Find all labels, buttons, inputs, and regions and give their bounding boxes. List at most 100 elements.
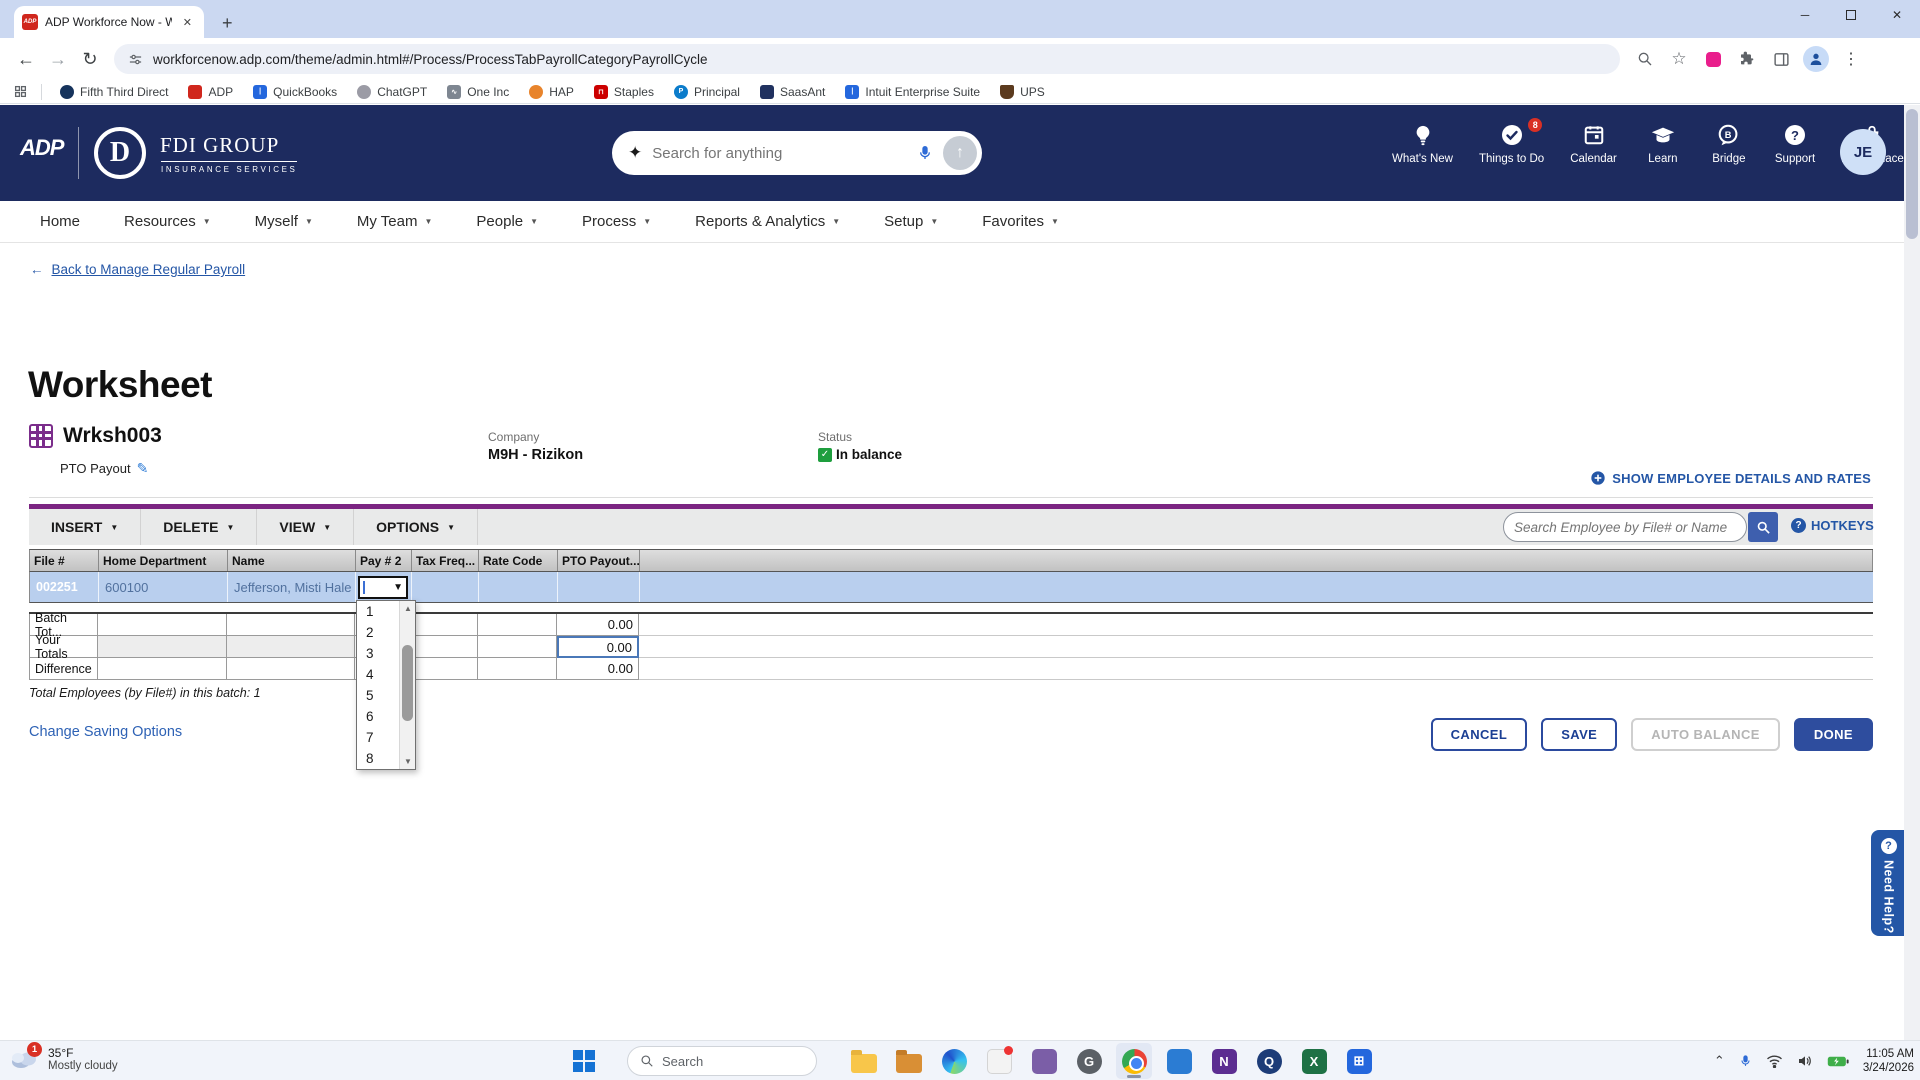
address-bar[interactable]: workforcenow.adp.com/theme/admin.html#/P…: [114, 44, 1620, 74]
bookmark-hap[interactable]: HAP: [521, 83, 582, 101]
cell-tax-freq[interactable]: [412, 572, 479, 602]
cell-pay2[interactable]: ▼: [356, 572, 412, 602]
scrollbar-thumb[interactable]: [402, 645, 413, 721]
nav-favorites[interactable]: Favorites▼: [982, 213, 1059, 230]
microphone-icon[interactable]: [917, 144, 933, 162]
weather-widget[interactable]: 1 35°F Mostly cloudy: [8, 1044, 118, 1074]
bookmark-one-inc[interactable]: ∿One Inc: [439, 83, 517, 101]
purple-app-icon[interactable]: [1026, 1043, 1062, 1079]
nav-reports-analytics[interactable]: Reports & Analytics▼: [695, 213, 840, 230]
tray-chevron-up-icon[interactable]: ⌃: [1714, 1053, 1725, 1069]
battery-charging-icon[interactable]: [1827, 1055, 1849, 1068]
side-panel-icon[interactable]: [1764, 51, 1798, 68]
refresh-icon[interactable]: ↻: [74, 49, 106, 70]
zoom-indicator-icon[interactable]: [1628, 51, 1662, 67]
edit-pencil-icon[interactable]: ✎: [137, 460, 149, 477]
dropdown-option[interactable]: 3: [357, 643, 399, 664]
bookmark-adp[interactable]: ADP: [180, 83, 241, 101]
done-button[interactable]: DONE: [1794, 718, 1873, 751]
user-avatar[interactable]: JE: [1840, 129, 1886, 175]
column-header-home-department[interactable]: Home Department: [99, 550, 228, 571]
chrome-icon[interactable]: [1116, 1043, 1152, 1079]
whats-new-button[interactable]: What's New: [1392, 123, 1453, 165]
bookmark-staples[interactable]: ⊓Staples: [586, 83, 662, 101]
things-to-do-button[interactable]: 8 Things to Do: [1479, 123, 1544, 165]
window-maximize-button[interactable]: [1828, 0, 1874, 30]
window-close-button[interactable]: ✕: [1874, 0, 1920, 30]
cell-rate-code[interactable]: [479, 572, 558, 602]
bookmark-intuit[interactable]: |Intuit Enterprise Suite: [837, 83, 988, 101]
hotkeys-button[interactable]: ? HOTKEYS: [1791, 518, 1874, 533]
quickbooks-icon[interactable]: Q: [1251, 1043, 1287, 1079]
nav-people[interactable]: People▼: [476, 213, 538, 230]
calendar-button[interactable]: Calendar: [1570, 123, 1617, 165]
dropdown-option[interactable]: 5: [357, 685, 399, 706]
bookmark-quickbooks[interactable]: |QuickBooks: [245, 83, 345, 101]
employee-search-input[interactable]: [1514, 520, 1736, 535]
pay2-select[interactable]: ▼: [358, 576, 408, 599]
nav-process[interactable]: Process▼: [582, 213, 651, 230]
employee-row[interactable]: 002251 600100 Jefferson, Misti Hale ▼: [29, 572, 1873, 603]
global-search-input[interactable]: [652, 145, 907, 162]
dropdown-option[interactable]: 1: [357, 601, 399, 622]
apps-grid-icon[interactable]: [10, 85, 31, 98]
bridge-button[interactable]: B Bridge: [1709, 123, 1749, 165]
cell-name[interactable]: Jefferson, Misti Hale: [228, 572, 356, 602]
nav-home[interactable]: Home: [40, 213, 80, 230]
dropdown-option[interactable]: 7: [357, 727, 399, 748]
dropdown-scrollbar[interactable]: ▲ ▼: [399, 601, 415, 769]
bookmark-chatgpt[interactable]: ChatGPT: [349, 83, 435, 101]
volume-icon[interactable]: [1797, 1054, 1813, 1068]
nav-resources[interactable]: Resources▼: [124, 213, 211, 230]
show-employee-details-link[interactable]: SHOW EMPLOYEE DETAILS AND RATES: [1590, 470, 1871, 486]
need-help-tab[interactable]: ? Need Help?: [1871, 830, 1906, 936]
back-to-manage-payroll-link[interactable]: ←Back to Manage Regular Payroll: [30, 262, 245, 277]
cell-home-department[interactable]: 600100: [99, 572, 228, 602]
new-tab-button[interactable]: +: [214, 13, 241, 38]
dropdown-option[interactable]: 8: [357, 748, 399, 769]
cancel-button[interactable]: CANCEL: [1431, 718, 1528, 751]
notification-app-icon[interactable]: [981, 1043, 1017, 1079]
dropdown-option[interactable]: 2: [357, 622, 399, 643]
file-explorer-icon[interactable]: [846, 1043, 882, 1079]
tray-microphone-icon[interactable]: [1739, 1053, 1752, 1069]
browser-menu-kebab-icon[interactable]: ⋮: [1834, 49, 1868, 69]
select-chevron-icon[interactable]: ▼: [393, 582, 403, 593]
column-header-name[interactable]: Name: [228, 550, 356, 571]
adp-logo[interactable]: ADP: [20, 135, 63, 161]
search-submit-icon[interactable]: ↑: [943, 136, 977, 170]
employee-search[interactable]: [1503, 512, 1747, 542]
folder-icon[interactable]: [891, 1043, 927, 1079]
tune-icon[interactable]: [128, 52, 143, 67]
bookmark-ups[interactable]: UPS: [992, 83, 1053, 101]
greenshot-icon[interactable]: G: [1071, 1043, 1107, 1079]
save-button[interactable]: SAVE: [1541, 718, 1617, 751]
blue-app-icon[interactable]: [1161, 1043, 1197, 1079]
support-button[interactable]: ? Support: [1775, 123, 1815, 165]
excel-icon[interactable]: X: [1296, 1043, 1332, 1079]
bookmark-saasant[interactable]: SaasAnt: [752, 83, 833, 101]
column-header-pto-payout[interactable]: PTO Payout...: [558, 550, 640, 571]
cell-pto-payout[interactable]: [558, 572, 640, 602]
delete-menu[interactable]: DELETE▼: [141, 509, 257, 545]
chrome-profile-avatar[interactable]: [1803, 46, 1829, 72]
column-header-tax-freq[interactable]: Tax Freq...: [412, 550, 479, 571]
nav-myself[interactable]: Myself▼: [255, 213, 313, 230]
view-menu[interactable]: VIEW▼: [257, 509, 354, 545]
bookmark-star-icon[interactable]: ☆: [1662, 49, 1696, 69]
bookmark-principal[interactable]: PPrincipal: [666, 83, 748, 101]
browser-tab[interactable]: ADP ADP Workforce Now - Workshe ✕: [14, 6, 204, 38]
learn-button[interactable]: Learn: [1643, 123, 1683, 165]
options-menu[interactable]: OPTIONS▼: [354, 509, 478, 545]
dropdown-option[interactable]: 6: [357, 706, 399, 727]
insert-menu[interactable]: INSERT▼: [29, 509, 141, 545]
window-minimize-button[interactable]: ─: [1782, 0, 1828, 30]
back-icon[interactable]: ←: [10, 49, 42, 70]
scroll-down-icon[interactable]: ▼: [400, 754, 416, 769]
employee-search-button[interactable]: [1748, 512, 1778, 542]
global-search[interactable]: ✦ ↑: [612, 131, 982, 175]
page-scrollbar-thumb[interactable]: [1906, 109, 1918, 239]
cell-file-number[interactable]: 002251: [30, 572, 99, 602]
column-header-pay2[interactable]: Pay # 2: [356, 550, 412, 571]
pink-extension-icon[interactable]: [1696, 52, 1730, 67]
